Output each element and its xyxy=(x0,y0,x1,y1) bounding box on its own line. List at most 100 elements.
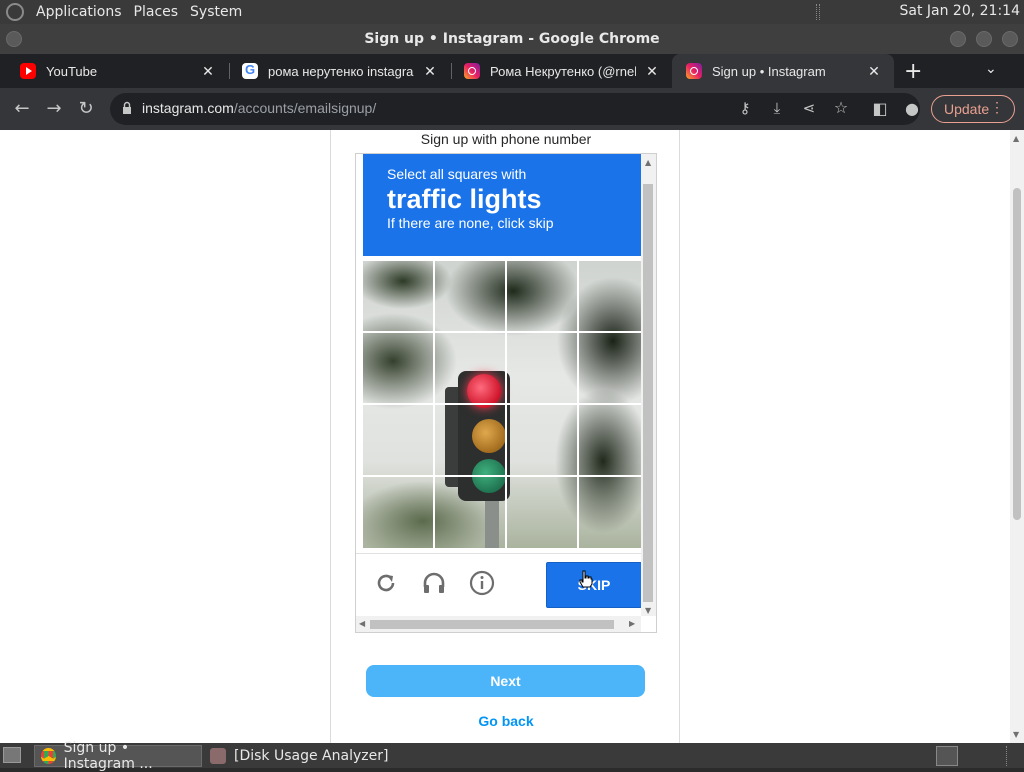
kebab-menu-icon: ⋮ xyxy=(990,99,1004,115)
scrollbar-thumb[interactable] xyxy=(1013,188,1021,520)
close-tab-icon[interactable]: ✕ xyxy=(200,63,216,80)
captcha-tile[interactable] xyxy=(579,261,641,331)
tab-google-search[interactable]: рома нерутенко instagram ✕ xyxy=(228,54,450,88)
taskbar-item-chrome[interactable]: Sign up • Instagram ... xyxy=(34,740,202,772)
close-tab-icon[interactable]: ✕ xyxy=(644,63,660,80)
tab-instagram-profile[interactable]: Рома Некрутенко (@rnek ✕ xyxy=(450,54,672,88)
reload-icon[interactable]: ↻ xyxy=(75,98,97,120)
distro-logo-icon[interactable] xyxy=(6,3,24,21)
signup-heading: Sign up with phone number xyxy=(420,131,592,147)
tray-handle xyxy=(1006,746,1020,766)
refresh-icon[interactable] xyxy=(373,570,399,596)
close-window-icon[interactable] xyxy=(1002,31,1018,47)
profile-avatar-icon[interactable]: ● xyxy=(901,98,923,120)
captcha-target: traffic lights xyxy=(387,184,542,214)
minimize-window-icon[interactable] xyxy=(950,31,966,47)
menu-places[interactable]: Places xyxy=(128,4,185,20)
lock-icon[interactable] xyxy=(122,101,132,115)
scroll-left-arrow-icon[interactable]: ◀ xyxy=(359,619,365,628)
captcha-header: Select all squares with traffic lights I… xyxy=(363,154,641,256)
window-titlebar[interactable]: Sign up • Instagram - Google Chrome xyxy=(0,24,1024,54)
instagram-icon xyxy=(686,63,702,79)
captcha-tile[interactable] xyxy=(363,405,433,475)
captcha-tile[interactable] xyxy=(435,261,505,331)
url-text[interactable]: instagram.com/accounts/emailsignup/ xyxy=(142,100,376,116)
close-tab-icon[interactable]: ✕ xyxy=(422,63,438,80)
captcha-tile[interactable] xyxy=(363,477,433,547)
captcha-tile[interactable] xyxy=(507,333,577,403)
url-path: /accounts/emailsignup/ xyxy=(233,100,377,116)
tab-youtube[interactable]: YouTube ✕ xyxy=(6,54,228,88)
maximize-window-icon[interactable] xyxy=(976,31,992,47)
go-back-link[interactable]: Go back xyxy=(331,713,681,729)
grid-divider xyxy=(363,475,641,477)
captcha-grid xyxy=(363,261,641,548)
disk-usage-icon xyxy=(210,748,226,764)
captcha-instruction: Select all squares with xyxy=(387,166,527,182)
window-menu-icon[interactable] xyxy=(6,31,22,47)
scroll-up-arrow-icon[interactable]: ▲ xyxy=(645,158,651,167)
bookmark-star-icon[interactable]: ☆ xyxy=(830,97,852,119)
captcha-tile[interactable] xyxy=(507,477,577,547)
captcha-tile[interactable] xyxy=(507,405,577,475)
tab-title: YouTube xyxy=(46,63,98,79)
tray-chrome-icon[interactable] xyxy=(936,746,958,766)
update-label: Update xyxy=(944,101,990,117)
page-content: Sign up with phone number Select all squ… xyxy=(0,130,1010,743)
skip-button[interactable]: SKIP xyxy=(546,562,642,608)
scrollbar-thumb[interactable] xyxy=(643,184,653,602)
tab-search-chevron-down-icon[interactable]: ⌄ xyxy=(985,61,997,77)
captcha-tile[interactable] xyxy=(435,333,505,403)
install-app-icon[interactable]: ⤓ xyxy=(766,97,788,119)
next-button[interactable]: Next xyxy=(366,665,645,697)
new-tab-icon[interactable]: + xyxy=(904,59,922,84)
captcha-tile[interactable] xyxy=(579,477,641,547)
bottom-taskbar: Sign up • Instagram ... [Disk Usage Anal… xyxy=(0,740,1024,772)
panel-handle xyxy=(816,4,820,20)
google-icon xyxy=(242,62,258,79)
info-icon[interactable] xyxy=(469,570,495,596)
scroll-down-arrow-icon[interactable]: ▼ xyxy=(645,606,651,615)
captcha-divider xyxy=(356,553,641,554)
tab-strip: YouTube ✕ рома нерутенко instagram ✕ Ром… xyxy=(0,54,1024,88)
side-panel-icon[interactable]: ◧ xyxy=(869,98,891,120)
tab-title: Sign up • Instagram xyxy=(712,63,826,79)
grid-divider xyxy=(363,331,641,333)
taskbar-item-disk-usage[interactable]: [Disk Usage Analyzer] xyxy=(204,745,404,767)
update-button[interactable]: Update ⋮ xyxy=(931,95,1015,123)
captcha-tile[interactable] xyxy=(579,333,641,403)
chrome-icon xyxy=(41,748,56,764)
captcha-tile[interactable] xyxy=(363,261,433,331)
captcha-horizontal-scrollbar[interactable]: ◀ ▶ xyxy=(356,616,641,632)
audio-headphones-icon[interactable] xyxy=(421,570,447,596)
captcha-tile[interactable] xyxy=(579,405,641,475)
captcha-tile[interactable] xyxy=(435,405,505,475)
captcha-tile[interactable] xyxy=(435,477,505,547)
instagram-icon xyxy=(464,63,480,79)
menu-system[interactable]: System xyxy=(184,4,248,20)
captcha-tile[interactable] xyxy=(363,333,433,403)
browser-toolbar: ← → ↻ instagram.com/accounts/emailsignup… xyxy=(0,88,1024,130)
scrollbar-thumb[interactable] xyxy=(370,620,614,629)
close-tab-icon[interactable]: ✕ xyxy=(866,63,882,80)
show-desktop-icon[interactable] xyxy=(3,747,21,763)
scroll-right-arrow-icon[interactable]: ▶ xyxy=(629,619,635,628)
captcha-hint: If there are none, click skip xyxy=(387,215,554,231)
captcha-vertical-scrollbar[interactable]: ▲ ▼ xyxy=(641,154,656,616)
share-icon[interactable]: ⋖ xyxy=(798,97,820,119)
taskbar-item-label: [Disk Usage Analyzer] xyxy=(234,748,389,764)
key-icon[interactable]: ⚷ xyxy=(734,97,756,119)
signup-card: Sign up with phone number Select all squ… xyxy=(330,130,680,743)
captcha-tile[interactable] xyxy=(507,261,577,331)
menu-applications[interactable]: Applications xyxy=(30,4,128,20)
tab-instagram-signup[interactable]: Sign up • Instagram ✕ xyxy=(672,54,894,88)
page-vertical-scrollbar[interactable]: ▲ ▼ xyxy=(1010,130,1024,743)
hand-cursor-icon xyxy=(579,570,593,588)
address-bar[interactable]: instagram.com/accounts/emailsignup/ ⚷ ⤓ … xyxy=(110,93,920,125)
top-panel: Applications Places System Sat Jan 20, 2… xyxy=(0,0,1024,24)
scroll-up-arrow-icon[interactable]: ▲ xyxy=(1013,134,1019,143)
forward-arrow-icon[interactable]: → xyxy=(43,98,65,120)
scroll-down-arrow-icon[interactable]: ▼ xyxy=(1013,730,1019,739)
panel-clock[interactable]: Sat Jan 20, 21:14 xyxy=(900,3,1021,19)
back-arrow-icon[interactable]: ← xyxy=(11,98,33,120)
